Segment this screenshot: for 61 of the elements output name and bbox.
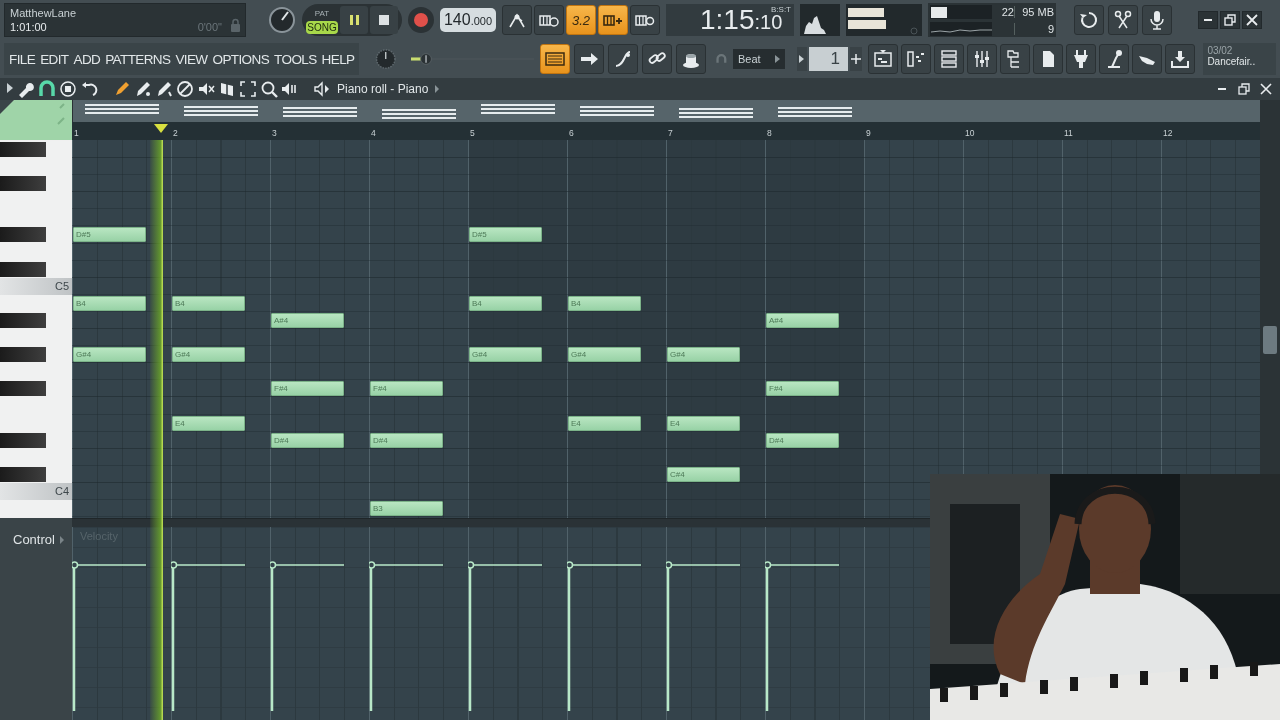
bar-number: 10 <box>965 128 975 138</box>
note-block[interactable]: F#4 <box>271 381 344 397</box>
menu-item[interactable]: EDIT <box>40 51 69 67</box>
note-block[interactable]: D#5 <box>469 227 542 243</box>
bar-number: 4 <box>371 128 376 138</box>
note-block[interactable]: G#4 <box>568 347 641 363</box>
note-block[interactable]: F#4 <box>766 381 839 397</box>
note-block[interactable]: G#4 <box>469 347 542 363</box>
note-block[interactable]: B3 <box>370 500 443 516</box>
bar-number: 9 <box>866 128 871 138</box>
note-block[interactable]: G#4 <box>667 347 740 363</box>
bar-number: 8 <box>767 128 772 138</box>
bar-number: 2 <box>173 128 178 138</box>
song-position: 1:01:00 <box>10 21 47 33</box>
tempo-field[interactable]: 140.000 <box>440 8 496 32</box>
bar-number: 7 <box>668 128 673 138</box>
timeline-ruler[interactable]: 1 2 3 4 5 6 7 8 9 10 11 12 <box>72 122 1260 140</box>
menu-item[interactable]: VIEW <box>175 51 208 67</box>
mode-toggle[interactable]: SONG <box>306 20 338 34</box>
note-block[interactable]: B4 <box>568 295 641 311</box>
elapsed-time: 0'00" <box>197 21 222 33</box>
piano-keyboard[interactable]: C5 C4 <box>0 140 72 518</box>
mode-toggle[interactable]: PAT <box>306 6 338 20</box>
news-panel[interactable]: 03/02 Dancefair.. <box>1203 43 1276 75</box>
note-block[interactable]: B4 <box>73 295 146 311</box>
note-block[interactable]: B4 <box>469 295 542 311</box>
note-block[interactable]: D#5 <box>73 227 146 243</box>
note-block[interactable]: C#4 <box>667 466 740 482</box>
menu-item[interactable]: FILE <box>9 51 36 67</box>
note-block[interactable]: F#4 <box>370 381 443 397</box>
window-title: Piano roll - Piano <box>337 82 429 96</box>
note-block[interactable]: D#4 <box>271 432 344 448</box>
menu-item[interactable]: ADD <box>73 51 101 67</box>
pattern-selector[interactable]: 1 <box>809 47 849 71</box>
bar-number: 1 <box>74 128 79 138</box>
menu-item[interactable]: PATTERNS <box>105 51 171 67</box>
note-block[interactable]: G#4 <box>73 347 146 363</box>
countdown-button[interactable]: 3.2 <box>566 5 596 35</box>
song-title: MatthewLane <box>10 7 78 19</box>
bar-number: 6 <box>569 128 574 138</box>
note-block[interactable]: E4 <box>667 415 740 431</box>
bar-number: 3 <box>272 128 277 138</box>
note-block[interactable]: E4 <box>568 415 641 431</box>
note-block[interactable]: G#4 <box>172 347 245 363</box>
bar-number: 5 <box>470 128 475 138</box>
note-block[interactable]: E4 <box>172 415 245 431</box>
note-block[interactable]: A#4 <box>271 312 344 328</box>
polyphony-value: 22 <box>1000 5 1014 18</box>
snap-dropdown[interactable]: Beat <box>732 49 785 69</box>
menu-item[interactable]: TOOLS <box>274 51 317 67</box>
menu-item[interactable]: OPTIONS <box>212 51 270 67</box>
menu-item[interactable]: HELP <box>321 51 355 67</box>
note-block[interactable]: A#4 <box>766 312 839 328</box>
memory-value: 95 MB <box>1014 5 1054 18</box>
control-label: Control <box>13 532 55 547</box>
bar-number: 11 <box>1064 128 1073 138</box>
note-block[interactable]: D#4 <box>370 432 443 448</box>
readout-value: 9 <box>1014 22 1054 35</box>
note-block[interactable]: B4 <box>172 295 245 311</box>
note-block[interactable]: D#4 <box>766 432 839 448</box>
bar-number: 12 <box>1163 128 1173 138</box>
